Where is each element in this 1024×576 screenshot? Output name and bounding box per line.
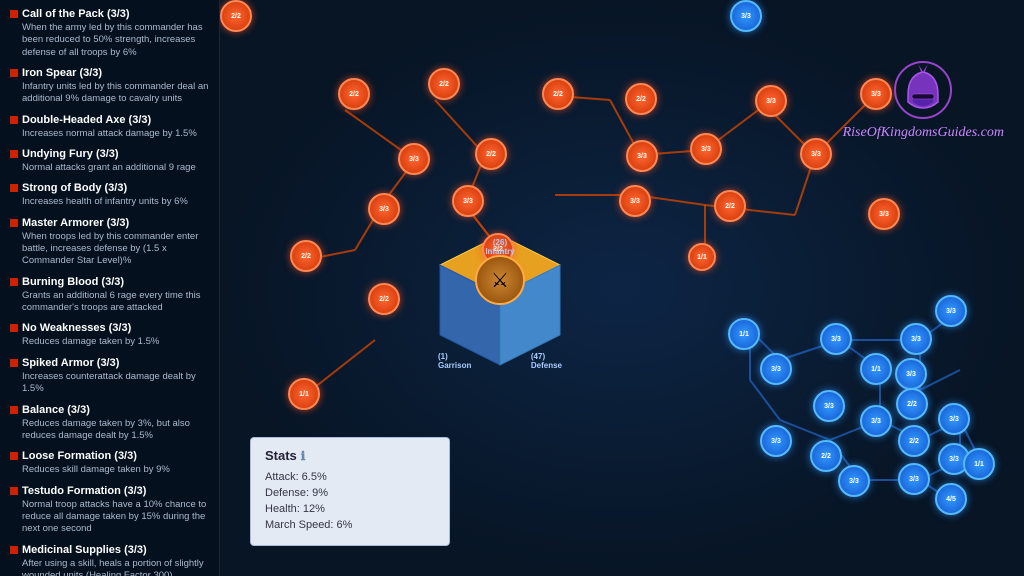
node-row4-1[interactable]: 2/2	[290, 240, 322, 272]
node-center[interactable]: 1/1	[688, 243, 716, 271]
blue-node-17[interactable]: 1/1	[963, 448, 995, 480]
blue-node-7[interactable]: 3/3	[730, 0, 762, 32]
blue-node-3[interactable]: 3/3	[820, 323, 852, 355]
blue-node-13[interactable]: 2/2	[810, 440, 842, 472]
node-row3-4[interactable]: 3/3	[690, 133, 722, 165]
node-row4-5[interactable]: 2/2	[220, 0, 252, 32]
blue-node-19[interactable]: 2/2	[896, 388, 928, 420]
skill-item: Loose Formation (3/3) Reduces skill dama…	[10, 450, 209, 476]
node-top5[interactable]: 3/3	[755, 85, 787, 117]
blue-node-18[interactable]: 3/3	[895, 358, 927, 390]
node-top1[interactable]: 2/2	[338, 78, 370, 110]
infantry-label: (26) Infantry	[485, 238, 514, 256]
skill-item: Spiked Armor (3/3) Increases counteratta…	[10, 357, 209, 396]
node-bot1[interactable]: 1/1	[288, 378, 320, 410]
stat-row: Defense: 9%	[265, 487, 435, 499]
skill-item: Medicinal Supplies (3/3) After using a s…	[10, 544, 209, 576]
node-bot2[interactable]: 2/2	[368, 283, 400, 315]
node-mid2[interactable]: 2/2	[475, 138, 507, 170]
node-mid1[interactable]: 3/3	[398, 143, 430, 175]
blue-node-5[interactable]: 3/3	[900, 323, 932, 355]
blue-node-6[interactable]: 3/3	[935, 295, 967, 327]
blue-node-20[interactable]: 3/3	[813, 390, 845, 422]
skill-item: Balance (3/3) Reduces damage taken by 3%…	[10, 404, 209, 443]
skill-tree-main: 2/2 2/2 3/3 2/2 2/2 2/2 3/3 3/3 3/3 3/3 …	[220, 0, 1024, 576]
blue-node-1[interactable]: 1/1	[728, 318, 760, 350]
skill-item: Burning Blood (3/3) Grants an additional…	[10, 276, 209, 315]
commander-cube: ⚔ (26) Infantry (1) Garrison (47) Defens…	[420, 230, 580, 390]
node-row3-3[interactable]: 3/3	[626, 140, 658, 172]
blue-node-2[interactable]: 3/3	[760, 353, 792, 385]
blue-node-4[interactable]: 1/1	[860, 353, 892, 385]
site-watermark-text: RiseOfKingdomsGuides.com	[843, 125, 1004, 141]
node-row3-1[interactable]: 3/3	[368, 193, 400, 225]
garrison-label: (1) Garrison	[438, 352, 471, 370]
blue-node-8[interactable]: 3/3	[860, 405, 892, 437]
skill-item: No Weaknesses (3/3) Reduces damage taken…	[10, 322, 209, 348]
blue-node-10[interactable]: 3/3	[938, 403, 970, 435]
skill-item: Testudo Formation (3/3) Normal troop att…	[10, 485, 209, 536]
blue-node-12[interactable]: 3/3	[760, 425, 792, 457]
stat-row: March Speed: 6%	[265, 519, 435, 531]
watermark: RiseOfKingdomsGuides.com	[843, 60, 1004, 141]
stat-row: Attack: 6.5%	[265, 471, 435, 483]
blue-node-14[interactable]: 3/3	[838, 465, 870, 497]
skill-item: Master Armorer (3/3) When troops led by …	[10, 217, 209, 268]
skill-item: Strong of Body (3/3) Increases health of…	[10, 182, 209, 208]
skill-item: Double-Headed Axe (3/3) Increases normal…	[10, 114, 209, 140]
skill-item: Call of the Pack (3/3) When the army led…	[10, 8, 209, 59]
node-row4-4[interactable]: 2/2	[714, 190, 746, 222]
blue-node-9[interactable]: 2/2	[898, 425, 930, 457]
node-row3-2[interactable]: 3/3	[452, 185, 484, 217]
stats-rows: Attack: 6.5% Defense: 9% Health: 12% March …	[265, 471, 435, 531]
skill-item: Iron Spear (3/3) Infantry units led by t…	[10, 67, 209, 106]
skills-list: Call of the Pack (3/3) When the army led…	[10, 8, 209, 576]
skill-item: Undying Fury (3/3) Normal attacks grant …	[10, 148, 209, 174]
stats-title: Stats ℹ	[265, 448, 435, 463]
stats-panel: Stats ℹ Attack: 6.5% Defense: 9% Health: 1…	[250, 437, 450, 546]
node-top2[interactable]: 2/2	[428, 68, 460, 100]
node-row4-6[interactable]: 3/3	[868, 198, 900, 230]
node-top4[interactable]: 2/2	[625, 83, 657, 115]
stat-row: Health: 12%	[265, 503, 435, 515]
blue-node-16[interactable]: 4/5	[935, 483, 967, 515]
skills-sidebar: Call of the Pack (3/3) When the army led…	[0, 0, 220, 576]
node-top3[interactable]: 2/2	[542, 78, 574, 110]
defense-label: (47) Defense	[531, 352, 562, 370]
node-row3-5[interactable]: 3/3	[800, 138, 832, 170]
node-row4-3[interactable]: 3/3	[619, 185, 651, 217]
commander-portrait: ⚔	[475, 255, 525, 305]
blue-node-15[interactable]: 3/3	[898, 463, 930, 495]
helmet-icon	[893, 60, 953, 120]
